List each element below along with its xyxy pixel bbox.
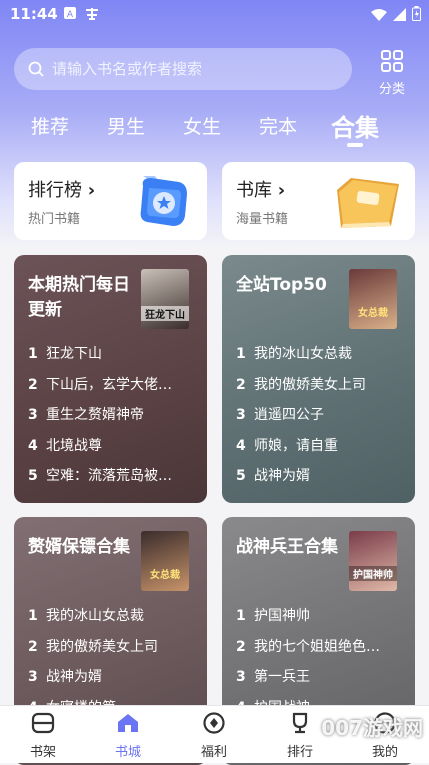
status-bar: 11:44 A (0, 0, 429, 30)
tab-female[interactable]: 女生 (183, 112, 221, 139)
wifi-icon (371, 6, 387, 25)
bookshelf-icon (31, 712, 55, 734)
book-cover: 女总裁 (349, 269, 397, 329)
svg-text:A: A (67, 10, 74, 19)
list-item[interactable]: 1 我的冰山女总裁 (236, 343, 406, 374)
list-item[interactable]: 1 护国神帅 (236, 605, 406, 636)
list-item[interactable]: 1 狂龙下山 (28, 343, 198, 374)
chevron-right-icon: › (87, 180, 96, 201)
list-item[interactable]: 2 下山后，玄学大佬… (28, 374, 198, 405)
list-card-title: 本期热门每日更新 (28, 275, 130, 320)
trophy-icon (292, 712, 308, 734)
book-cover: 护国神帅 (349, 531, 397, 591)
library-title: 书库 › (236, 180, 286, 201)
status-right (371, 6, 421, 25)
book-icon (337, 178, 399, 228)
ranking-subtitle: 热门书籍 (28, 212, 81, 227)
nav-welfare[interactable]: 福利 (184, 712, 244, 760)
nav-bookstore[interactable]: 书城 (98, 712, 158, 760)
ranking-card[interactable]: 排行榜 › 热门书籍 (14, 162, 207, 240)
list-item[interactable]: 3 逍遥四公子 (236, 404, 406, 435)
list-item[interactable]: 3 重生之赘婿神帝 (28, 404, 198, 435)
app-notification-icon (84, 7, 100, 24)
list-item[interactable]: 2 我的七个姐姐绝色… (236, 636, 406, 667)
search-input[interactable] (50, 59, 334, 79)
signal-icon (393, 6, 406, 25)
list-card-title: 赘婿保镖合集 (28, 537, 130, 557)
list-card-top50[interactable]: 全站Top50 女总裁 1 我的冰山女总裁 2 我的傲娇美女上司 3 逍遥四公子 4师… (222, 255, 415, 503)
medal-icon (140, 176, 187, 226)
book-list: 1 我的冰山女总裁 2 我的傲娇美女上司 3 逍遥四公子 4 师娘，请自重 5 战神为婿 (236, 343, 406, 496)
library-subtitle: 海量书籍 (236, 212, 289, 227)
tab-recommend[interactable]: 推荐 (31, 112, 69, 139)
list-item[interactable]: 3 第一兵王 (236, 666, 406, 697)
category-button[interactable]: 分类 (370, 48, 414, 97)
search-icon (28, 61, 44, 77)
list-card-hot[interactable]: 本期热门每日更新 狂龙下山 1 狂龙下山 2 下山后，玄学大佬… 3 重生之赘婿神帝 … (14, 255, 207, 503)
tab-collection[interactable]: 合集 (331, 108, 379, 143)
cover-title: 护国神帅 (349, 566, 397, 581)
grid-icon (381, 50, 403, 72)
bookstore-icon (118, 714, 138, 732)
ranking-title: 排行榜 › (28, 180, 96, 201)
book-cover: 女总裁 (141, 531, 189, 591)
active-tab-indicator (347, 143, 363, 147)
list-item[interactable]: 1 我的冰山女总裁 (28, 605, 198, 636)
cover-title: 狂龙下山 (141, 306, 189, 321)
tab-completed[interactable]: 完本 (259, 112, 297, 139)
search-bar[interactable] (14, 48, 352, 90)
list-item[interactable]: 2 我的傲娇美女上司 (28, 636, 198, 667)
nav-bookshelf[interactable]: 书架 (13, 712, 73, 760)
category-label: 分类 (378, 82, 405, 97)
list-card-title: 战神兵王合集 (236, 537, 338, 557)
list-item[interactable]: 3 战神为婿 (28, 666, 198, 697)
watermark: 007游戏网 (321, 716, 423, 740)
list-item[interactable]: 4 师娘，请自重 (236, 435, 406, 466)
book-cover: 狂龙下山 (141, 269, 189, 329)
list-item[interactable]: 5 战神为婿 (236, 465, 406, 496)
battery-icon (412, 6, 421, 25)
list-item[interactable]: 5 空难：流落荒岛被… (28, 465, 198, 496)
book-list: 1 狂龙下山 2 下山后，玄学大佬… 3 重生之赘婿神帝 4 北境战尊 5 空难：流落荒岛… (28, 343, 198, 496)
list-item[interactable]: 2 我的傲娇美女上司 (236, 374, 406, 405)
cover-title: 女总裁 (150, 570, 180, 581)
chevron-right-icon: › (277, 180, 286, 201)
notification-a-icon: A (64, 7, 76, 22)
library-card[interactable]: 书库 › 海量书籍 (222, 162, 415, 240)
welfare-icon (203, 712, 225, 734)
cover-title: 女总裁 (358, 308, 388, 319)
channel-tabs: 推荐 男生 女生 完本 合集 (0, 108, 429, 148)
tab-male[interactable]: 男生 (107, 112, 145, 139)
list-card-title: 全站Top50 (236, 275, 327, 295)
status-time: 11:44 (10, 5, 58, 23)
list-item[interactable]: 4 北境战尊 (28, 435, 198, 466)
